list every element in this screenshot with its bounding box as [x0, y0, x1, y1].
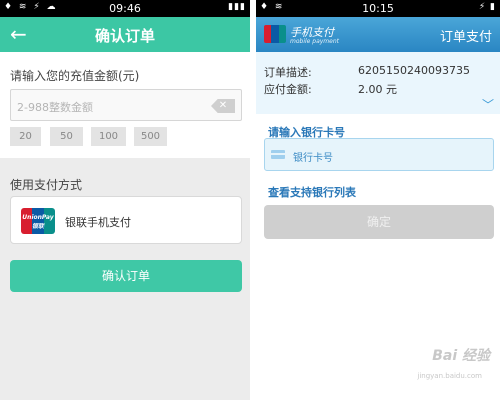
right-screen: ♦ ≋ 10:15 ⚡ ▮ 手机支付 mobile payment 订单支付 订… [256, 0, 500, 400]
order-desc-label: 订单描述: [264, 66, 312, 79]
unionpay-logo-icon [264, 25, 286, 43]
status-bar: ♦ ≋ ⚡ ☁ 09:46 ▮▮▮ [0, 0, 250, 17]
watermark: Bai 经验 [432, 348, 490, 364]
order-desc-value: 6205150240093735 [358, 64, 470, 77]
battery-icon: ⚡ ▮ [478, 2, 496, 12]
clear-icon[interactable]: ✕ [211, 99, 235, 113]
amount-input[interactable]: 2-988整数金额 ✕ [10, 89, 242, 121]
confirm-order-button[interactable]: 确认订单 [10, 260, 242, 292]
status-time: 10:15 [362, 2, 394, 15]
pay-method-name: 银联手机支付 [65, 216, 131, 229]
order-amount-label: 应付金额: [264, 83, 312, 96]
page-title: 订单支付 [439, 30, 492, 45]
card-number-input[interactable]: 银行卡号 [264, 138, 494, 171]
watermark-url: jingyan.baidu.com [417, 372, 482, 380]
quick-amount-20[interactable]: 20 [10, 127, 41, 146]
card-icon [271, 150, 285, 159]
left-screen: ♦ ≋ ⚡ ☁ 09:46 ▮▮▮ ← 确认订单 请输入您的充值金额(元) 2-… [0, 0, 250, 400]
quick-amount-100[interactable]: 100 [91, 127, 126, 146]
order-info-panel: 订单描述: 6205150240093735 应付金额: 2.00 元 ﹀ [256, 52, 500, 114]
amount-panel: 请输入您的充值金额(元) 2-988整数金额 ✕ 20 50 100 500 [0, 52, 250, 158]
pay-method-unionpay[interactable]: UnionPay 银联 银联手机支付 [10, 196, 242, 244]
quick-amount-500[interactable]: 500 [134, 127, 167, 146]
brand-subtitle: mobile payment [290, 38, 339, 45]
chevron-down-icon[interactable]: ﹀ [482, 96, 494, 113]
unionpay-logo-text: UnionPay 银联 [22, 214, 54, 230]
amount-placeholder: 2-988整数金额 [17, 101, 93, 114]
amount-label: 请输入您的充值金额(元) [10, 69, 140, 83]
pay-method-label: 使用支付方式 [10, 178, 83, 192]
order-amount-value: 2.00 元 [358, 83, 397, 96]
header-bar: 手机支付 mobile payment 订单支付 [256, 17, 500, 52]
bank-list-link[interactable]: 查看支持银行列表 [268, 184, 356, 200]
quick-amount-50[interactable]: 50 [50, 127, 83, 146]
header-bar: ← 确认订单 [0, 17, 250, 52]
status-time: 09:46 [109, 2, 141, 15]
page-title: 确认订单 [94, 27, 155, 45]
card-number-placeholder: 银行卡号 [293, 153, 333, 164]
battery-icon: ▮▮▮ [228, 2, 246, 12]
confirm-button[interactable]: 确定 [264, 205, 494, 239]
status-bar: ♦ ≋ 10:15 ⚡ ▮ [256, 0, 500, 17]
unionpay-logo-icon: UnionPay 银联 [21, 208, 55, 234]
